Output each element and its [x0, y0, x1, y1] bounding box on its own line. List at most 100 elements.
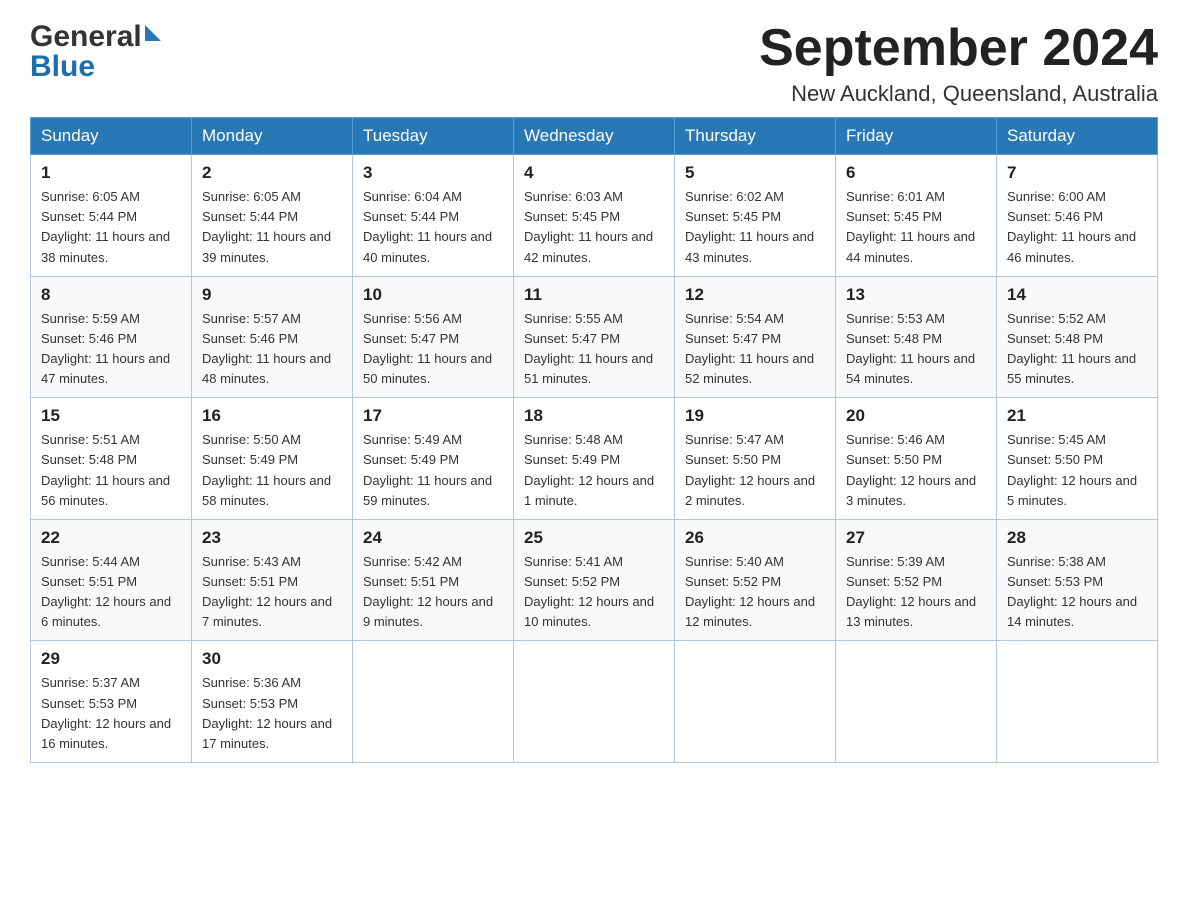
day-info: Sunrise: 5:50 AMSunset: 5:49 PMDaylight:…	[202, 432, 331, 507]
day-number: 3	[363, 163, 503, 183]
table-cell: 17 Sunrise: 5:49 AMSunset: 5:49 PMDaylig…	[353, 398, 514, 520]
day-number: 24	[363, 528, 503, 548]
calendar-table: Sunday Monday Tuesday Wednesday Thursday…	[30, 117, 1158, 763]
table-cell: 10 Sunrise: 5:56 AMSunset: 5:47 PMDaylig…	[353, 276, 514, 398]
table-cell: 18 Sunrise: 5:48 AMSunset: 5:49 PMDaylig…	[514, 398, 675, 520]
day-info: Sunrise: 6:05 AMSunset: 5:44 PMDaylight:…	[202, 189, 331, 264]
table-cell: 23 Sunrise: 5:43 AMSunset: 5:51 PMDaylig…	[192, 519, 353, 641]
day-number: 18	[524, 406, 664, 426]
day-number: 6	[846, 163, 986, 183]
day-number: 8	[41, 285, 181, 305]
day-info: Sunrise: 5:44 AMSunset: 5:51 PMDaylight:…	[41, 554, 171, 629]
table-cell: 25 Sunrise: 5:41 AMSunset: 5:52 PMDaylig…	[514, 519, 675, 641]
table-cell: 13 Sunrise: 5:53 AMSunset: 5:48 PMDaylig…	[836, 276, 997, 398]
day-number: 30	[202, 649, 342, 669]
table-cell: 1 Sunrise: 6:05 AMSunset: 5:44 PMDayligh…	[31, 155, 192, 277]
table-cell: 26 Sunrise: 5:40 AMSunset: 5:52 PMDaylig…	[675, 519, 836, 641]
day-info: Sunrise: 6:04 AMSunset: 5:44 PMDaylight:…	[363, 189, 492, 264]
logo-arrow-icon	[145, 25, 161, 41]
page-header: General Blue September 2024 New Auckland…	[30, 20, 1158, 107]
week-row-3: 15 Sunrise: 5:51 AMSunset: 5:48 PMDaylig…	[31, 398, 1158, 520]
table-cell: 3 Sunrise: 6:04 AMSunset: 5:44 PMDayligh…	[353, 155, 514, 277]
day-info: Sunrise: 5:36 AMSunset: 5:53 PMDaylight:…	[202, 675, 332, 750]
day-info: Sunrise: 5:49 AMSunset: 5:49 PMDaylight:…	[363, 432, 492, 507]
day-number: 11	[524, 285, 664, 305]
day-info: Sunrise: 5:39 AMSunset: 5:52 PMDaylight:…	[846, 554, 976, 629]
header-monday: Monday	[192, 118, 353, 155]
logo-text-general: General	[30, 20, 142, 54]
table-cell: 4 Sunrise: 6:03 AMSunset: 5:45 PMDayligh…	[514, 155, 675, 277]
day-number: 12	[685, 285, 825, 305]
day-number: 29	[41, 649, 181, 669]
day-number: 5	[685, 163, 825, 183]
day-info: Sunrise: 5:57 AMSunset: 5:46 PMDaylight:…	[202, 311, 331, 386]
day-info: Sunrise: 6:00 AMSunset: 5:46 PMDaylight:…	[1007, 189, 1136, 264]
day-number: 17	[363, 406, 503, 426]
table-cell: 20 Sunrise: 5:46 AMSunset: 5:50 PMDaylig…	[836, 398, 997, 520]
day-info: Sunrise: 5:38 AMSunset: 5:53 PMDaylight:…	[1007, 554, 1137, 629]
day-number: 13	[846, 285, 986, 305]
day-number: 23	[202, 528, 342, 548]
table-cell: 11 Sunrise: 5:55 AMSunset: 5:47 PMDaylig…	[514, 276, 675, 398]
day-info: Sunrise: 5:43 AMSunset: 5:51 PMDaylight:…	[202, 554, 332, 629]
day-number: 9	[202, 285, 342, 305]
weekday-header-row: Sunday Monday Tuesday Wednesday Thursday…	[31, 118, 1158, 155]
week-row-4: 22 Sunrise: 5:44 AMSunset: 5:51 PMDaylig…	[31, 519, 1158, 641]
day-info: Sunrise: 5:45 AMSunset: 5:50 PMDaylight:…	[1007, 432, 1137, 507]
day-number: 1	[41, 163, 181, 183]
day-info: Sunrise: 5:40 AMSunset: 5:52 PMDaylight:…	[685, 554, 815, 629]
header-sunday: Sunday	[31, 118, 192, 155]
day-number: 26	[685, 528, 825, 548]
day-info: Sunrise: 5:37 AMSunset: 5:53 PMDaylight:…	[41, 675, 171, 750]
day-info: Sunrise: 5:51 AMSunset: 5:48 PMDaylight:…	[41, 432, 170, 507]
week-row-1: 1 Sunrise: 6:05 AMSunset: 5:44 PMDayligh…	[31, 155, 1158, 277]
day-info: Sunrise: 5:48 AMSunset: 5:49 PMDaylight:…	[524, 432, 654, 507]
day-info: Sunrise: 5:59 AMSunset: 5:46 PMDaylight:…	[41, 311, 170, 386]
day-number: 20	[846, 406, 986, 426]
table-cell: 14 Sunrise: 5:52 AMSunset: 5:48 PMDaylig…	[997, 276, 1158, 398]
day-number: 19	[685, 406, 825, 426]
day-number: 7	[1007, 163, 1147, 183]
logo-line1: General	[30, 20, 161, 54]
day-number: 10	[363, 285, 503, 305]
table-cell: 9 Sunrise: 5:57 AMSunset: 5:46 PMDayligh…	[192, 276, 353, 398]
table-cell	[675, 641, 836, 763]
day-number: 27	[846, 528, 986, 548]
logo: General Blue	[30, 20, 161, 84]
table-cell: 2 Sunrise: 6:05 AMSunset: 5:44 PMDayligh…	[192, 155, 353, 277]
day-info: Sunrise: 6:03 AMSunset: 5:45 PMDaylight:…	[524, 189, 653, 264]
header-saturday: Saturday	[997, 118, 1158, 155]
month-title: September 2024	[759, 20, 1158, 77]
day-number: 22	[41, 528, 181, 548]
table-cell	[997, 641, 1158, 763]
day-number: 25	[524, 528, 664, 548]
header-tuesday: Tuesday	[353, 118, 514, 155]
table-cell: 21 Sunrise: 5:45 AMSunset: 5:50 PMDaylig…	[997, 398, 1158, 520]
day-number: 4	[524, 163, 664, 183]
title-area: September 2024 New Auckland, Queensland,…	[759, 20, 1158, 107]
table-cell: 24 Sunrise: 5:42 AMSunset: 5:51 PMDaylig…	[353, 519, 514, 641]
day-info: Sunrise: 6:01 AMSunset: 5:45 PMDaylight:…	[846, 189, 975, 264]
day-info: Sunrise: 6:02 AMSunset: 5:45 PMDaylight:…	[685, 189, 814, 264]
table-cell	[514, 641, 675, 763]
table-cell: 15 Sunrise: 5:51 AMSunset: 5:48 PMDaylig…	[31, 398, 192, 520]
day-number: 28	[1007, 528, 1147, 548]
table-cell: 30 Sunrise: 5:36 AMSunset: 5:53 PMDaylig…	[192, 641, 353, 763]
day-number: 16	[202, 406, 342, 426]
day-number: 2	[202, 163, 342, 183]
day-info: Sunrise: 5:55 AMSunset: 5:47 PMDaylight:…	[524, 311, 653, 386]
table-cell: 16 Sunrise: 5:50 AMSunset: 5:49 PMDaylig…	[192, 398, 353, 520]
table-cell: 27 Sunrise: 5:39 AMSunset: 5:52 PMDaylig…	[836, 519, 997, 641]
day-number: 15	[41, 406, 181, 426]
day-info: Sunrise: 5:54 AMSunset: 5:47 PMDaylight:…	[685, 311, 814, 386]
day-info: Sunrise: 5:52 AMSunset: 5:48 PMDaylight:…	[1007, 311, 1136, 386]
table-cell: 6 Sunrise: 6:01 AMSunset: 5:45 PMDayligh…	[836, 155, 997, 277]
table-cell	[836, 641, 997, 763]
table-cell: 12 Sunrise: 5:54 AMSunset: 5:47 PMDaylig…	[675, 276, 836, 398]
table-cell	[353, 641, 514, 763]
location-title: New Auckland, Queensland, Australia	[759, 81, 1158, 107]
table-cell: 29 Sunrise: 5:37 AMSunset: 5:53 PMDaylig…	[31, 641, 192, 763]
table-cell: 22 Sunrise: 5:44 AMSunset: 5:51 PMDaylig…	[31, 519, 192, 641]
day-number: 21	[1007, 406, 1147, 426]
header-friday: Friday	[836, 118, 997, 155]
